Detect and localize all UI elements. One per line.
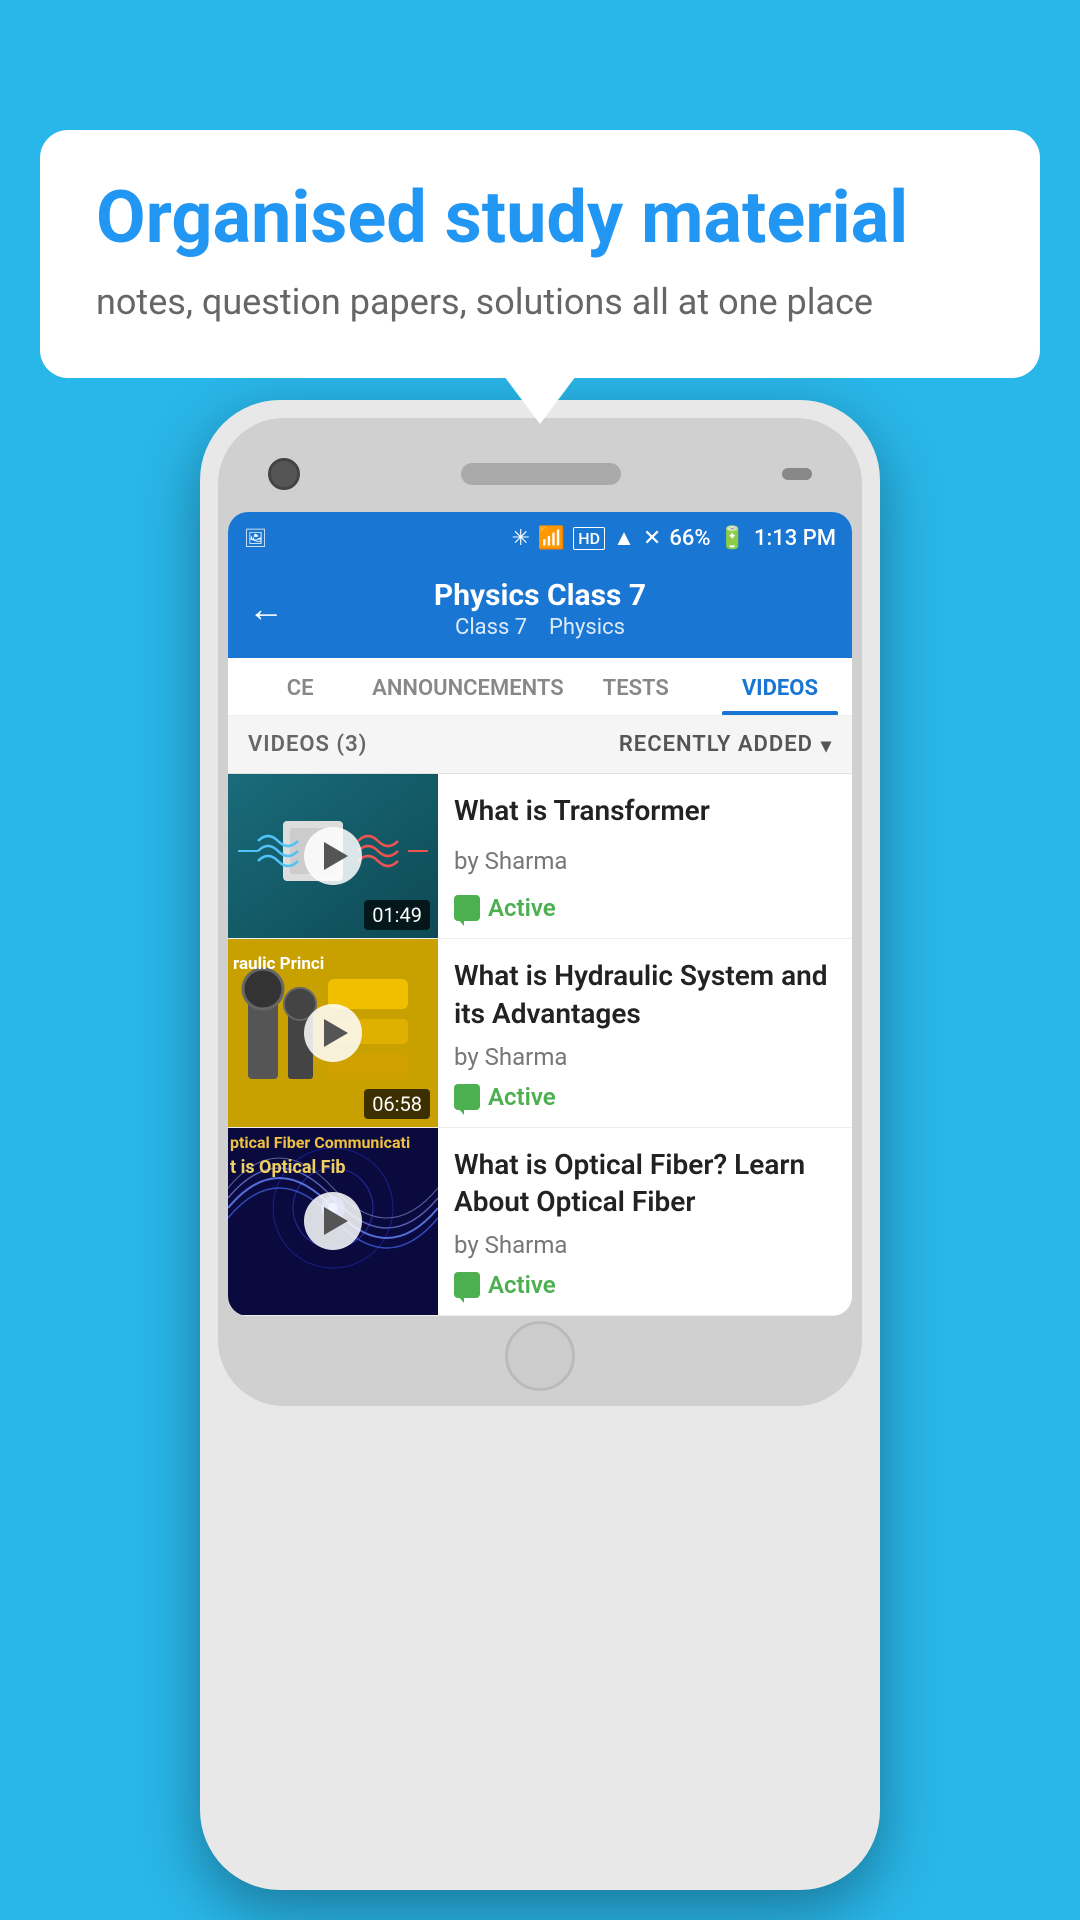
mobile-data-icon: ✕ xyxy=(643,526,661,551)
speech-bubble-container: Organised study material notes, question… xyxy=(40,130,1040,378)
play-triangle-icon xyxy=(324,842,348,870)
tab-ce[interactable]: CE xyxy=(228,658,372,715)
video-thumb-2: raulic Princi 06:58 xyxy=(228,939,438,1127)
thumb-overlay-3 xyxy=(228,1128,438,1316)
play-button-2[interactable] xyxy=(304,1004,362,1062)
front-camera xyxy=(268,458,300,490)
play-button-3[interactable] xyxy=(304,1192,362,1250)
bluetooth-icon: ✳ xyxy=(511,526,529,551)
phone-outer-shell: 🖼 ✳ 📶 HD ▲ ✕ 66% 🔋 1:13 PM xyxy=(200,400,880,1890)
active-label-1: Active xyxy=(488,894,556,922)
bubble-subtitle: notes, question papers, solutions all at… xyxy=(96,277,984,327)
wifi-icon: ▲ xyxy=(613,525,635,551)
video-info-2: What is Hydraulic System and its Advanta… xyxy=(438,939,852,1127)
status-left: 🖼 xyxy=(244,528,267,549)
video-author-1: by Sharma xyxy=(454,847,836,875)
battery-percent: 66% xyxy=(669,526,710,551)
phone-top-bar xyxy=(228,428,852,508)
clock: 1:13 PM xyxy=(754,526,836,551)
tab-tests[interactable]: TESTS xyxy=(564,658,708,715)
video-author-3: by Sharma xyxy=(454,1231,836,1259)
duration-badge-2: 06:58 xyxy=(364,1089,430,1119)
video-thumb-3: ptical Fiber Communicati t is Optical Fi… xyxy=(228,1128,438,1316)
video-title-1: What is Transformer xyxy=(454,792,836,830)
active-label-3: Active xyxy=(488,1271,556,1299)
status-icon-image: 🖼 xyxy=(244,528,267,549)
video-info-3: What is Optical Fiber? Learn About Optic… xyxy=(438,1128,852,1316)
play-triangle-icon-3 xyxy=(324,1207,348,1235)
chevron-down-icon: ▾ xyxy=(821,733,832,757)
chat-icon-1 xyxy=(454,895,480,921)
hd-badge: HD xyxy=(573,527,605,550)
signal-icon: 📶 xyxy=(538,526,565,551)
chat-icon-3 xyxy=(454,1272,480,1298)
app-bar: ← Physics Class 7 Class 7 Physics xyxy=(228,564,852,658)
home-button[interactable] xyxy=(505,1321,575,1391)
app-bar-title: Physics Class 7 xyxy=(304,578,776,613)
phone-inner-shell: 🖼 ✳ 📶 HD ▲ ✕ 66% 🔋 1:13 PM xyxy=(218,418,862,1406)
phone-screen: 🖼 ✳ 📶 HD ▲ ✕ 66% 🔋 1:13 PM xyxy=(228,512,852,1316)
bubble-title: Organised study material xyxy=(96,178,984,257)
active-badge-2: Active xyxy=(454,1083,836,1111)
app-bar-subtitle: Class 7 Physics xyxy=(304,615,776,640)
tab-videos[interactable]: VIDEOS xyxy=(708,658,852,715)
sort-dropdown[interactable]: RECENTLY ADDED ▾ xyxy=(619,732,832,757)
video-item-1[interactable]: 01:49 What is Transformer by Sharma Acti… xyxy=(228,774,852,939)
video-item-3[interactable]: ptical Fiber Communicati t is Optical Fi… xyxy=(228,1128,852,1317)
play-button-1[interactable] xyxy=(304,827,362,885)
active-badge-3: Active xyxy=(454,1271,836,1299)
active-label-2: Active xyxy=(488,1083,556,1111)
tab-announcements[interactable]: ANNOUNCEMENTS xyxy=(372,658,563,715)
chat-icon-2 xyxy=(454,1084,480,1110)
videos-header: VIDEOS (3) RECENTLY ADDED ▾ xyxy=(228,716,852,774)
active-badge-1: Active xyxy=(454,894,836,922)
video-title-3: What is Optical Fiber? Learn About Optic… xyxy=(454,1146,836,1222)
phone-device: 🖼 ✳ 📶 HD ▲ ✕ 66% 🔋 1:13 PM xyxy=(80,400,1000,1890)
phone-speaker xyxy=(461,463,621,485)
video-title-2: What is Hydraulic System and its Advanta… xyxy=(454,957,836,1033)
tabs-bar: CE ANNOUNCEMENTS TESTS VIDEOS xyxy=(228,658,852,716)
status-right: ✳ 📶 HD ▲ ✕ 66% 🔋 1:13 PM xyxy=(511,525,836,551)
phone-sensor xyxy=(782,468,812,480)
status-bar: 🖼 ✳ 📶 HD ▲ ✕ 66% 🔋 1:13 PM xyxy=(228,512,852,564)
video-info-1: What is Transformer by Sharma Active xyxy=(438,774,852,938)
speech-bubble: Organised study material notes, question… xyxy=(40,130,1040,378)
phone-bottom xyxy=(228,1316,852,1396)
video-thumb-1: 01:49 xyxy=(228,774,438,938)
back-button[interactable]: ← xyxy=(248,591,284,627)
duration-badge-1: 01:49 xyxy=(364,900,430,930)
play-triangle-icon-2 xyxy=(324,1019,348,1047)
video-item-2[interactable]: raulic Princi 06:58 What is Hydraulic Sy… xyxy=(228,939,852,1128)
videos-count: VIDEOS (3) xyxy=(248,732,367,757)
video-author-2: by Sharma xyxy=(454,1043,836,1071)
app-bar-title-area: Physics Class 7 Class 7 Physics xyxy=(304,578,776,640)
battery-icon: 🔋 xyxy=(719,526,746,551)
sort-label-text: RECENTLY ADDED xyxy=(619,732,813,757)
